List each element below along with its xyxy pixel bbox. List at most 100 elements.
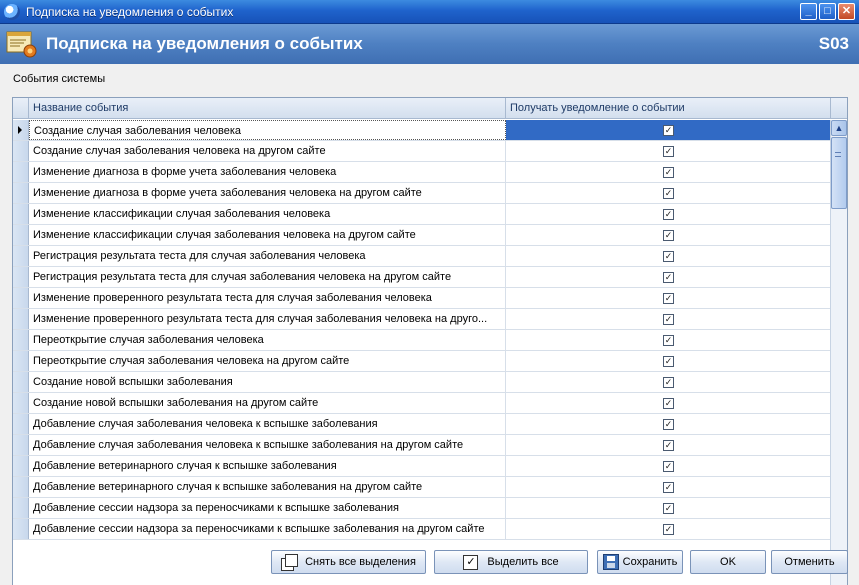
- notify-cell[interactable]: ✓: [506, 393, 831, 413]
- row-selector[interactable]: [13, 225, 29, 245]
- notify-cell[interactable]: ✓: [506, 225, 831, 245]
- notify-cell[interactable]: ✓: [506, 162, 831, 182]
- table-row[interactable]: Изменение диагноза в форме учета заболев…: [13, 162, 831, 183]
- notify-cell[interactable]: ✓: [506, 204, 831, 224]
- row-selector[interactable]: [13, 393, 29, 413]
- event-name-cell[interactable]: Добавление сессии надзора за переносчика…: [29, 519, 506, 539]
- event-name-cell[interactable]: Изменение проверенного результата теста …: [29, 288, 506, 308]
- notify-checkbox[interactable]: ✓: [663, 397, 674, 409]
- row-selector[interactable]: [13, 120, 29, 140]
- save-button[interactable]: Сохранить: [597, 550, 683, 574]
- row-selector[interactable]: [13, 246, 29, 266]
- scroll-thumb[interactable]: [831, 137, 847, 209]
- event-name-cell[interactable]: Переоткрытие случая заболевания человека…: [29, 351, 506, 371]
- notify-cell[interactable]: ✓: [506, 183, 831, 203]
- notify-checkbox[interactable]: ✓: [663, 166, 674, 178]
- notify-checkbox[interactable]: ✓: [663, 460, 674, 472]
- notify-cell[interactable]: ✓: [506, 267, 831, 287]
- select-all-button[interactable]: Выделить все: [434, 550, 588, 574]
- event-name-cell[interactable]: Регистрация результата теста для случая …: [29, 246, 506, 266]
- event-name-cell[interactable]: Изменение диагноза в форме учета заболев…: [29, 162, 506, 182]
- table-row[interactable]: Создание случая заболевания человека на …: [13, 141, 831, 162]
- notify-cell[interactable]: ✓: [506, 435, 831, 455]
- notify-checkbox[interactable]: ✓: [663, 208, 674, 220]
- table-row[interactable]: Добавление ветеринарного случая к вспышк…: [13, 456, 831, 477]
- event-name-cell[interactable]: Добавление ветеринарного случая к вспышк…: [29, 456, 506, 476]
- notify-checkbox[interactable]: ✓: [663, 271, 674, 283]
- event-name-cell[interactable]: Добавление случая заболевания человека к…: [29, 414, 506, 434]
- table-row[interactable]: Регистрация результата теста для случая …: [13, 246, 831, 267]
- notify-cell[interactable]: ✓: [506, 498, 831, 518]
- notify-checkbox[interactable]: ✓: [663, 250, 674, 262]
- row-selector[interactable]: [13, 267, 29, 287]
- event-name-cell[interactable]: Изменение проверенного результата теста …: [29, 309, 506, 329]
- table-row[interactable]: Переоткрытие случая заболевания человека…: [13, 351, 831, 372]
- notify-checkbox[interactable]: ✓: [663, 418, 674, 430]
- table-row[interactable]: Изменение классификации случая заболеван…: [13, 225, 831, 246]
- event-name-cell[interactable]: Добавление сессии надзора за переносчика…: [29, 498, 506, 518]
- table-row[interactable]: Изменение проверенного результата теста …: [13, 288, 831, 309]
- notify-checkbox[interactable]: ✓: [663, 439, 674, 451]
- table-row[interactable]: Добавление сессии надзора за переносчика…: [13, 519, 831, 540]
- notify-checkbox[interactable]: ✓: [663, 229, 674, 241]
- event-name-cell[interactable]: Создание новой вспышки заболевания: [29, 372, 506, 392]
- notify-checkbox[interactable]: ✓: [663, 355, 674, 367]
- notify-checkbox[interactable]: ✓: [663, 292, 674, 304]
- event-name-cell[interactable]: Добавление ветеринарного случая к вспышк…: [29, 477, 506, 497]
- notify-checkbox[interactable]: ✓: [663, 481, 674, 493]
- event-name-cell[interactable]: Изменение диагноза в форме учета заболев…: [29, 183, 506, 203]
- row-selector[interactable]: [13, 351, 29, 371]
- notify-checkbox[interactable]: ✓: [663, 523, 674, 535]
- table-row[interactable]: Изменение проверенного результата теста …: [13, 309, 831, 330]
- notify-checkbox[interactable]: ✓: [663, 124, 674, 136]
- ok-button[interactable]: OK: [690, 550, 766, 574]
- column-header-notify[interactable]: Получать уведомление о событии: [506, 98, 831, 119]
- deselect-all-button[interactable]: Снять все выделения: [271, 550, 426, 574]
- notify-checkbox[interactable]: ✓: [663, 334, 674, 346]
- notify-checkbox[interactable]: ✓: [663, 313, 674, 325]
- column-header-event-name[interactable]: Название события: [29, 98, 506, 119]
- event-name-cell[interactable]: Создание случая заболевания человека на …: [29, 141, 506, 161]
- row-selector[interactable]: [13, 414, 29, 434]
- table-row[interactable]: Создание новой вспышки заболевания ✓: [13, 372, 831, 393]
- minimize-button[interactable]: _: [800, 3, 817, 20]
- table-row[interactable]: Изменение диагноза в форме учета заболев…: [13, 183, 831, 204]
- notify-cell[interactable]: ✓: [506, 456, 831, 476]
- vertical-scrollbar[interactable]: ▲ ▼: [830, 120, 847, 585]
- table-row[interactable]: Создание новой вспышки заболевания на др…: [13, 393, 831, 414]
- row-selector[interactable]: [13, 141, 29, 161]
- notify-checkbox[interactable]: ✓: [663, 502, 674, 514]
- notify-cell[interactable]: ✓: [506, 309, 831, 329]
- table-row[interactable]: Добавление случая заболевания человека к…: [13, 414, 831, 435]
- event-name-cell[interactable]: Изменение классификации случая заболеван…: [29, 204, 506, 224]
- table-row[interactable]: Создание случая заболевания человека ✓: [13, 120, 831, 141]
- event-name-cell[interactable]: Изменение классификации случая заболеван…: [29, 225, 506, 245]
- notify-cell[interactable]: ✓: [506, 330, 831, 350]
- table-row[interactable]: Переоткрытие случая заболевания человека…: [13, 330, 831, 351]
- row-selector[interactable]: [13, 204, 29, 224]
- event-name-cell[interactable]: Регистрация результата теста для случая …: [29, 267, 506, 287]
- table-row[interactable]: Добавление сессии надзора за переносчика…: [13, 498, 831, 519]
- table-row[interactable]: Регистрация результата теста для случая …: [13, 267, 831, 288]
- notify-cell[interactable]: ✓: [506, 288, 831, 308]
- scroll-up-button[interactable]: ▲: [831, 120, 847, 136]
- row-selector[interactable]: [13, 162, 29, 182]
- event-name-cell[interactable]: Создание случая заболевания человека: [29, 120, 506, 140]
- row-selector[interactable]: [13, 183, 29, 203]
- event-name-cell[interactable]: Переоткрытие случая заболевания человека: [29, 330, 506, 350]
- row-selector[interactable]: [13, 519, 29, 539]
- notify-cell[interactable]: ✓: [506, 120, 831, 140]
- row-selector[interactable]: [13, 309, 29, 329]
- notify-checkbox[interactable]: ✓: [663, 376, 674, 388]
- notify-cell[interactable]: ✓: [506, 519, 831, 539]
- row-selector[interactable]: [13, 498, 29, 518]
- row-selector[interactable]: [13, 330, 29, 350]
- row-selector[interactable]: [13, 477, 29, 497]
- row-selector[interactable]: [13, 372, 29, 392]
- row-selector[interactable]: [13, 288, 29, 308]
- row-selector[interactable]: [13, 456, 29, 476]
- row-selector[interactable]: [13, 435, 29, 455]
- table-row[interactable]: Добавление случая заболевания человека к…: [13, 435, 831, 456]
- cancel-button[interactable]: Отменить: [771, 550, 848, 574]
- notify-cell[interactable]: ✓: [506, 141, 831, 161]
